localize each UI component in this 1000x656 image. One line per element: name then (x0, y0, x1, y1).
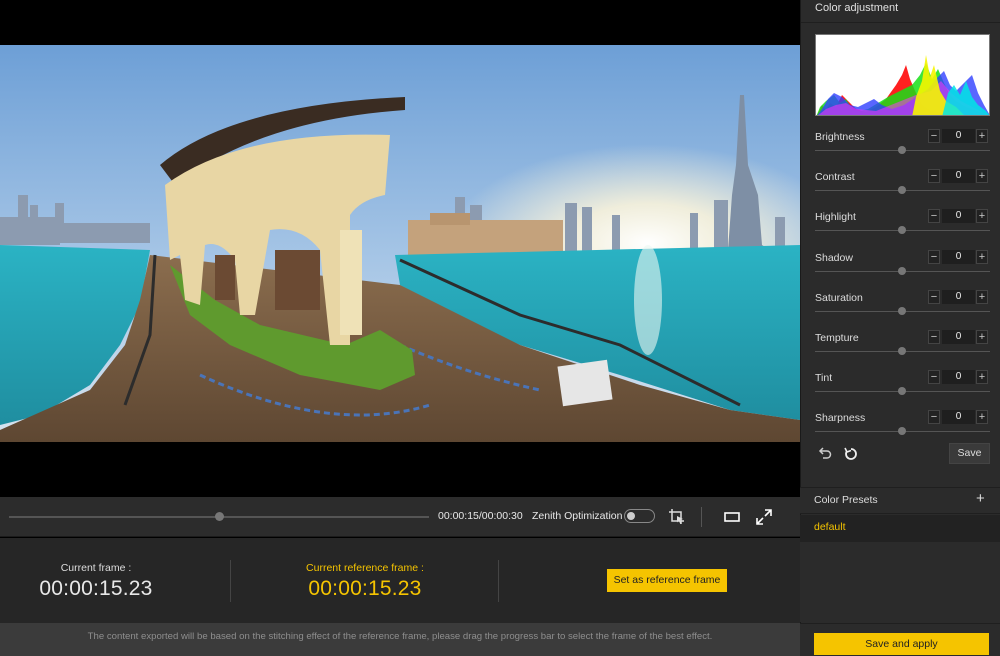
decrease-button[interactable]: − (928, 209, 940, 224)
toggle-knob (627, 512, 635, 520)
export-notice: The content exported will be based on th… (0, 623, 800, 656)
set-reference-frame-button[interactable]: Set as reference frame (607, 569, 727, 592)
adjustment-label: Shadow (815, 251, 853, 264)
sidebar-footer: Save and apply (800, 623, 1000, 656)
color-presets-header: Color Presets + (800, 487, 1000, 514)
adjustment-value[interactable]: 0 (942, 209, 975, 224)
adjustment-label: Saturation (815, 291, 863, 304)
increase-button[interactable]: + (976, 410, 988, 425)
adjustment-row-shadow: Shadow −0 + (801, 249, 1000, 289)
preset-item-default[interactable]: default (814, 521, 846, 533)
adjustment-label: Tint (815, 372, 833, 385)
reference-frame-time: 00:00:15.23 (308, 577, 422, 600)
adjustment-slider-handle[interactable] (898, 347, 906, 355)
crop-select-icon[interactable] (667, 507, 687, 527)
decrease-button[interactable]: − (928, 129, 940, 143)
adjustment-value[interactable]: 0 (942, 289, 975, 304)
zenith-optimization-label: Zenith Optimization (532, 510, 623, 522)
frame-divider (498, 560, 499, 602)
save-and-apply-button[interactable]: Save and apply (814, 633, 989, 655)
increase-button[interactable]: + (976, 209, 988, 224)
decrease-button[interactable]: − (928, 330, 940, 344)
adjustment-label: Contrast (815, 171, 855, 184)
adjustment-value[interactable]: 0 (942, 410, 975, 425)
screen-icon[interactable] (722, 507, 742, 527)
adjustment-slider-handle[interactable] (898, 306, 906, 315)
adjustment-value[interactable]: 0 (942, 330, 975, 344)
timecode: 00:00:15/00:00:30 (438, 510, 523, 522)
zenith-optimization-toggle[interactable] (624, 509, 655, 523)
adjustment-slider-handle[interactable] (898, 266, 906, 275)
sidebar-empty-area (800, 542, 1000, 622)
reset-icon[interactable] (843, 446, 859, 462)
color-presets-title: Color Presets (814, 494, 878, 506)
frame-info-panel: Current frame : 00:00:15.23 Current refe… (0, 538, 800, 623)
playback-control-bar: 00:00:15/00:00:30 Zenith Optimization (0, 497, 800, 537)
increase-button[interactable]: + (976, 289, 988, 304)
reference-frame-block: Current reference frame : 00:00:15.23 (265, 538, 465, 623)
adjustment-row-contrast: Contrast −0 + (801, 168, 1000, 208)
increase-button[interactable]: + (976, 169, 988, 184)
progress-handle[interactable] (215, 512, 224, 521)
control-divider (701, 507, 702, 527)
adjustment-value[interactable]: 0 (942, 129, 975, 143)
video-viewer (0, 0, 800, 497)
current-frame-time: 00:00:15.23 (39, 577, 153, 600)
adjustment-row-tempture: Tempture −0 + (801, 329, 1000, 369)
decrease-button[interactable]: − (928, 410, 940, 425)
reference-frame-label: Current reference frame : (306, 562, 424, 574)
adjustment-slider-handle[interactable] (898, 387, 906, 396)
color-histogram (815, 34, 990, 116)
adjustment-slider-handle[interactable] (898, 427, 906, 436)
adjustment-label: Highlight (815, 211, 856, 224)
adjustment-value[interactable]: 0 (942, 370, 975, 385)
presets-list: default (800, 515, 1000, 542)
decrease-button[interactable]: − (928, 289, 940, 304)
adjustment-value[interactable]: 0 (942, 169, 975, 184)
adjustment-slider-handle[interactable] (898, 226, 906, 235)
adjustment-slider-handle[interactable] (898, 146, 906, 154)
increase-button[interactable]: + (976, 129, 988, 143)
adjustment-row-saturation: Saturation −0 + (801, 289, 1000, 329)
current-frame-label: Current frame : (60, 562, 132, 574)
adjustment-slider-handle[interactable] (898, 186, 906, 195)
adjustment-row-highlight: Highlight −0 + (801, 208, 1000, 248)
adjustment-label: Sharpness (815, 412, 866, 425)
increase-button[interactable]: + (976, 370, 988, 385)
save-button[interactable]: Save (949, 443, 990, 464)
decrease-button[interactable]: − (928, 370, 940, 385)
fullscreen-icon[interactable] (754, 507, 774, 527)
add-preset-button[interactable]: + (976, 490, 985, 507)
adjustment-label: Tempture (815, 332, 859, 344)
increase-button[interactable]: + (976, 330, 988, 344)
adjustment-value[interactable]: 0 (942, 249, 975, 264)
adjustment-row-brightness: Brightness −0 + (801, 128, 1000, 168)
increase-button[interactable]: + (976, 249, 988, 264)
decrease-button[interactable]: − (928, 169, 940, 184)
panorama-image[interactable] (0, 45, 800, 442)
adjustment-label: Brightness (815, 131, 865, 143)
frame-divider (230, 560, 231, 602)
undo-icon[interactable] (817, 446, 833, 462)
color-adjustment-title: Color adjustment (815, 2, 899, 14)
title-divider (801, 22, 1000, 23)
current-frame-block: Current frame : 00:00:15.23 (0, 538, 192, 623)
decrease-button[interactable]: − (928, 249, 940, 264)
adjustment-row-tint: Tint −0 + (801, 369, 1000, 409)
